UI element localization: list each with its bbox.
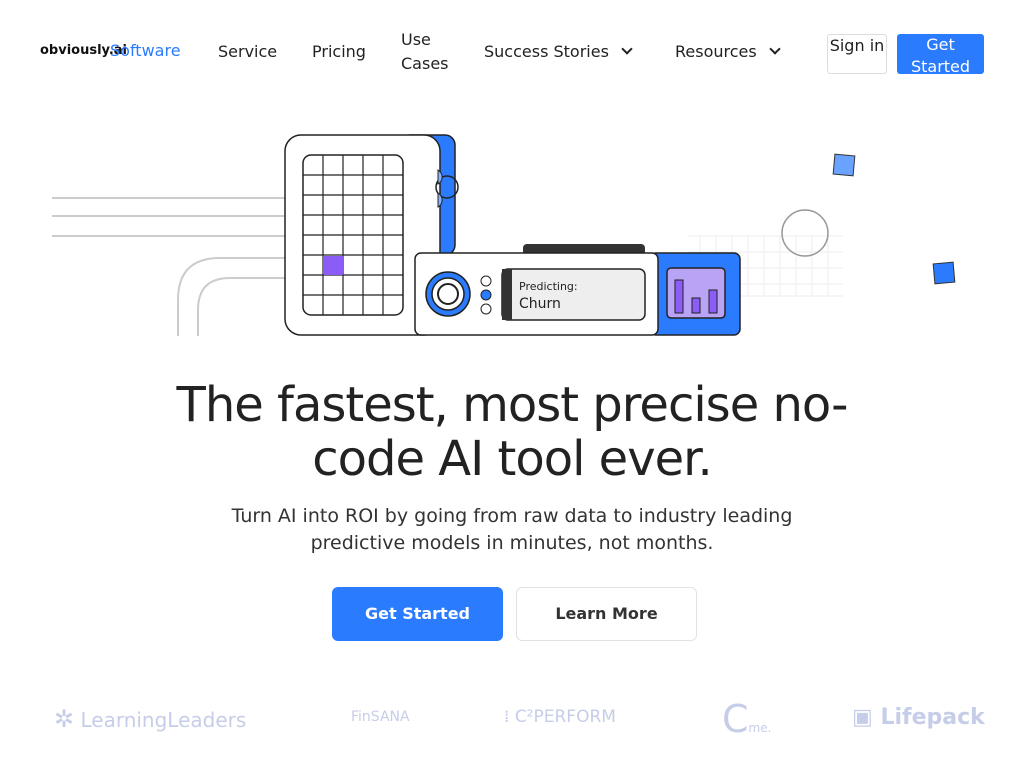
- hero-title: The fastest, most precise no-code AI too…: [176, 377, 849, 487]
- get-started-button[interactable]: Get Started: [332, 587, 503, 641]
- highlight-cell: [324, 256, 343, 275]
- logo-text: C²PERFORM: [514, 707, 616, 727]
- logo-text: me.: [748, 721, 772, 735]
- logo-learningleaders: ✲ LearningLeaders: [54, 705, 246, 733]
- predicting-label: Predicting:: [519, 280, 578, 293]
- logo-text: FinSANA: [351, 709, 410, 725]
- nav-success-stories-label: Success Stories: [484, 42, 609, 61]
- logo-me: Cme.: [722, 697, 771, 741]
- predicting-value: Churn: [519, 296, 561, 312]
- pill-icon: ▣: [852, 705, 873, 730]
- chevron-down-icon: [621, 43, 633, 55]
- people-icon: ✲: [54, 705, 75, 733]
- logo-text: Lifepack: [880, 705, 985, 730]
- logo-suffix[interactable]: Software: [110, 41, 181, 60]
- nav-service[interactable]: Service: [218, 40, 277, 64]
- logo-c2perform: ⁞ C²PERFORM: [504, 707, 616, 727]
- customer-logos: ✲ LearningLeaders FinSANA ⁞ C²PERFORM Cm…: [0, 695, 1024, 745]
- nav-pricing[interactable]: Pricing: [312, 40, 366, 64]
- logo-lifepack: ▣ Lifepack: [852, 705, 985, 730]
- logo-finsana: FinSANA: [351, 709, 410, 725]
- nav-resources[interactable]: Resources: [675, 40, 781, 64]
- hero-subtitle: Turn AI into ROI by going from raw data …: [231, 505, 793, 554]
- top-nav: obviously.ai Software Service Pricing Us…: [0, 0, 1024, 100]
- sign-in-button[interactable]: Sign in: [827, 34, 887, 74]
- nav-resources-label: Resources: [675, 42, 757, 61]
- learn-more-button[interactable]: Learn More: [516, 587, 697, 641]
- nav-use-cases[interactable]: Use Cases: [401, 28, 456, 76]
- hero-illustration: Predicting: Churn: [52, 134, 956, 336]
- nav-success-stories[interactable]: Success Stories: [484, 40, 633, 64]
- logo-text: LearningLeaders: [80, 708, 247, 732]
- get-started-nav-button[interactable]: Get Started: [897, 34, 984, 76]
- circle-c-icon: C: [722, 697, 749, 741]
- dots-icon: ⁞: [504, 707, 515, 727]
- chevron-down-icon: [769, 43, 781, 55]
